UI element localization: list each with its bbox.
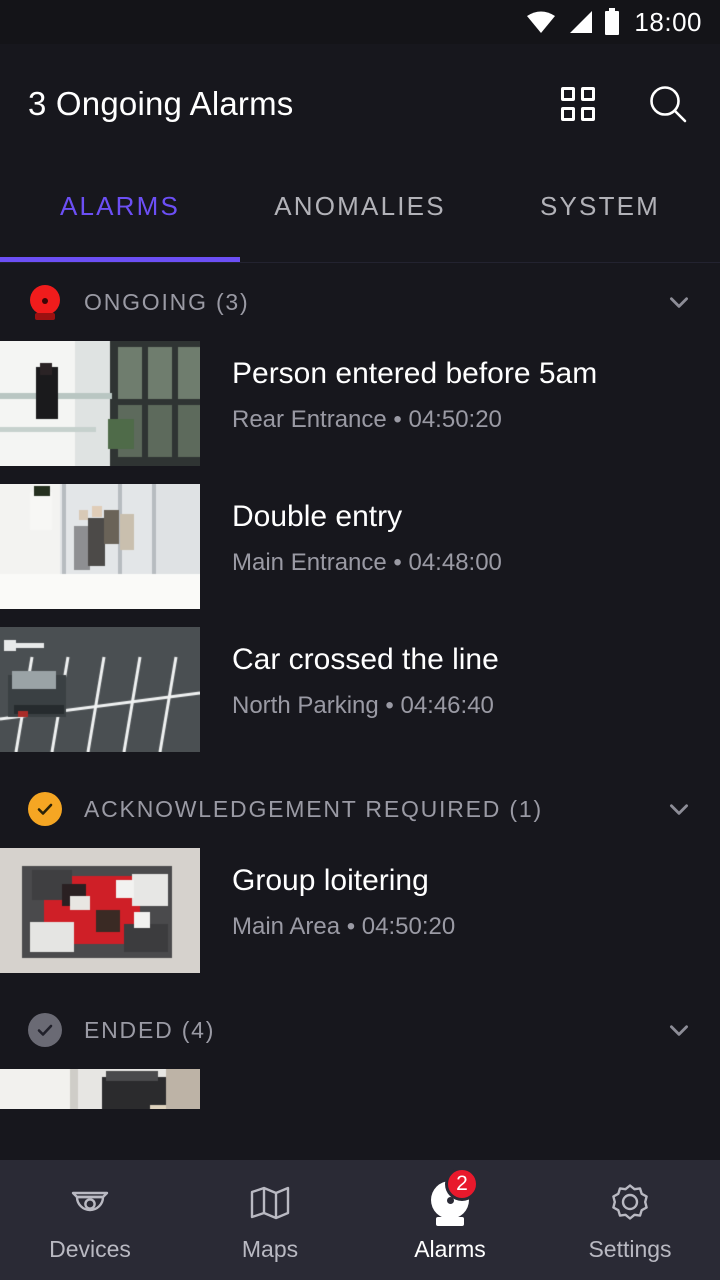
alarm-thumbnail[interactable]	[0, 341, 200, 466]
dome-camera-icon	[62, 1178, 118, 1226]
section-label-acknowledgement: ACKNOWLEDGEMENT REQUIRED (1)	[84, 795, 543, 822]
section-header-ongoing[interactable]: ONGOING (3)	[0, 263, 720, 341]
nav-label-maps: Maps	[241, 1235, 299, 1262]
alarm-subtitle: North Parking • 04:46:40	[232, 691, 494, 719]
nav-label-devices: Devices	[49, 1235, 131, 1262]
alarm-row[interactable]: Group loitering Main Area • 04:50:20	[0, 848, 720, 991]
alarm-row[interactable]	[0, 1069, 720, 1109]
alarm-thumbnail[interactable]	[0, 627, 200, 752]
alarm-thumbnail[interactable]	[0, 1069, 200, 1109]
alarm-thumbnail[interactable]	[0, 848, 200, 973]
status-bar-clock: 18:00	[634, 6, 702, 37]
tab-anomalies[interactable]: ANOMALIES	[240, 164, 480, 262]
alarm-text: Double entry Main Entrance • 04:48:00	[200, 484, 502, 577]
alarm-thumbnail[interactable]	[0, 484, 200, 609]
alarm-subtitle: Main Area • 04:50:20	[232, 912, 456, 940]
app-screen: 18:00 3 Ongoing Alarms ALARMS ANOMALIES …	[0, 0, 720, 1280]
tab-alarms[interactable]: ALARMS	[0, 164, 240, 262]
page-title: 3 Ongoing Alarms	[28, 85, 294, 122]
app-bar-actions	[554, 80, 692, 128]
alarm-title: Double entry	[232, 500, 403, 533]
nav-item-devices[interactable]: Devices	[0, 1178, 180, 1263]
alarms-badge: 2	[445, 1166, 479, 1201]
chevron-down-icon[interactable]	[666, 289, 692, 315]
siren-red-icon	[28, 285, 62, 320]
chevron-down-icon[interactable]	[666, 1017, 692, 1043]
alarm-text: Car crossed the line North Parking • 04:…	[200, 627, 499, 720]
section-header-acknowledgement[interactable]: ACKNOWLEDGEMENT REQUIRED (1)	[0, 770, 720, 848]
alarm-title: Group loitering	[232, 864, 429, 897]
gear-icon	[602, 1178, 658, 1226]
search-button[interactable]	[644, 80, 692, 128]
status-bar: 18:00	[0, 0, 720, 44]
siren-white-icon: 2	[427, 1166, 479, 1226]
alarm-title: Person entered before 5am	[232, 357, 598, 390]
alarm-row[interactable]: Double entry Main Entrance • 04:48:00	[0, 484, 720, 627]
tab-system[interactable]: SYSTEM	[480, 164, 720, 262]
nav-label-settings: Settings	[588, 1235, 672, 1262]
section-label-ongoing: ONGOING (3)	[84, 288, 250, 315]
alarm-subtitle: Rear Entrance • 04:50:20	[232, 405, 502, 433]
alarm-text: Group loitering Main Area • 04:50:20	[200, 848, 455, 941]
section-label-ended: ENDED (4)	[84, 1016, 216, 1043]
nav-item-alarms[interactable]: 2 Alarms	[360, 1166, 540, 1263]
tab-bar: ALARMS ANOMALIES SYSTEM	[0, 164, 720, 262]
wifi-icon	[527, 11, 556, 33]
alarm-row[interactable]: Car crossed the line North Parking • 04:…	[0, 627, 720, 770]
alarm-list[interactable]: ONGOING (3) Person entered before 5am Re…	[0, 263, 720, 1160]
check-circle-gray-icon	[28, 1013, 62, 1047]
cellular-signal-icon	[570, 11, 593, 33]
bottom-navigation: Devices Maps 2 Alarms Settings	[0, 1160, 720, 1280]
nav-label-alarms: Alarms	[414, 1235, 486, 1262]
alarm-subtitle: Main Entrance • 04:48:00	[232, 548, 502, 576]
alarm-text: Person entered before 5am Rear Entrance …	[200, 341, 597, 434]
chevron-down-icon[interactable]	[666, 796, 692, 822]
alarm-row[interactable]: Person entered before 5am Rear Entrance …	[0, 341, 720, 484]
nav-item-maps[interactable]: Maps	[180, 1178, 360, 1263]
folded-map-icon	[242, 1178, 298, 1226]
app-bar: 3 Ongoing Alarms	[0, 44, 720, 164]
check-circle-amber-icon	[28, 792, 62, 826]
section-header-ended[interactable]: ENDED (4)	[0, 991, 720, 1069]
search-icon	[650, 86, 687, 123]
grid-view-button[interactable]	[554, 80, 602, 128]
battery-full-icon	[605, 8, 620, 35]
active-tab-indicator	[0, 257, 240, 262]
nav-item-settings[interactable]: Settings	[540, 1178, 720, 1263]
grid-view-icon	[561, 87, 595, 121]
alarm-title: Car crossed the line	[232, 643, 499, 676]
